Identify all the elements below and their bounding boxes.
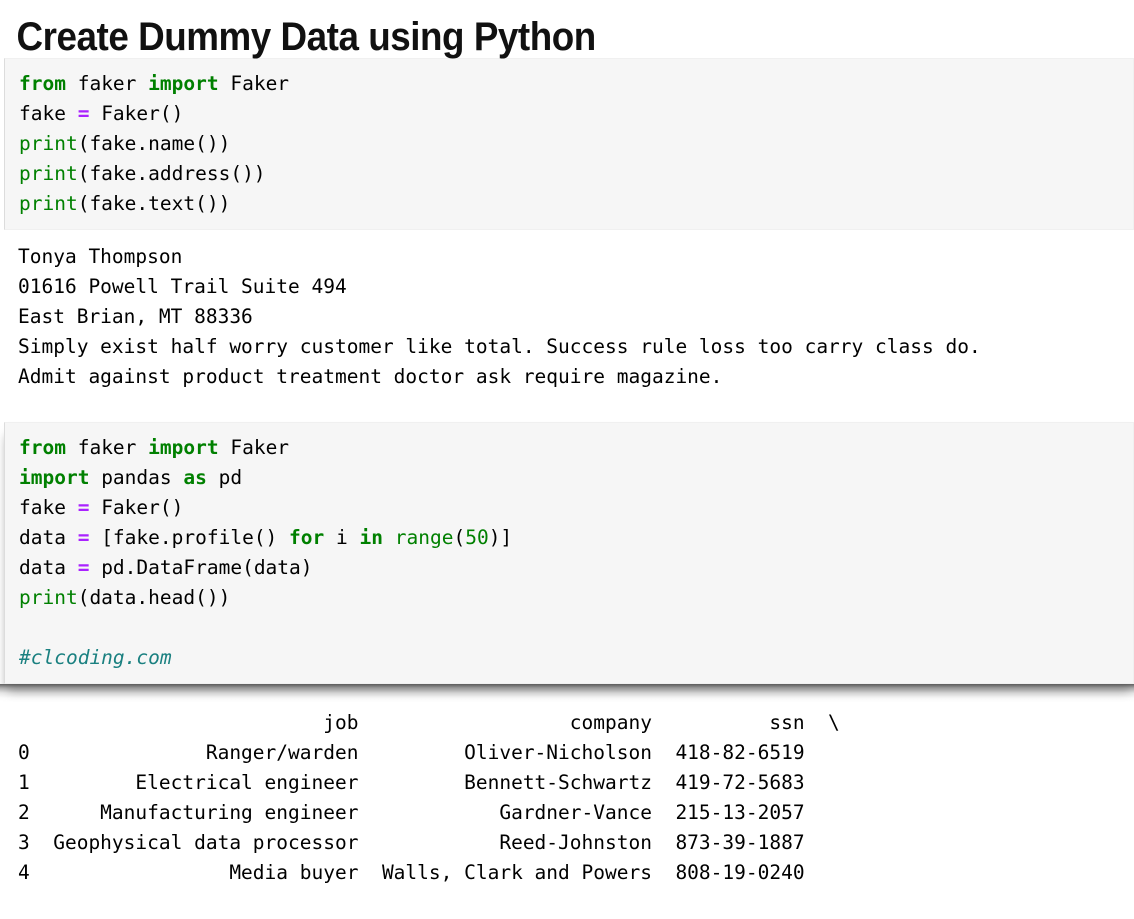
page-root: Create Dummy Data using Python from fake… bbox=[0, 0, 1134, 919]
code-token: [fake.profile() bbox=[89, 526, 290, 549]
code-token: (fake.address()) bbox=[77, 162, 266, 185]
code-token: import bbox=[148, 436, 219, 459]
code-token: data bbox=[19, 556, 78, 579]
code-token: data bbox=[19, 526, 78, 549]
code-token: fake bbox=[19, 496, 78, 519]
code-block-1-content: from faker import Faker fake = Faker() p… bbox=[19, 69, 1121, 219]
output-1-content: Tonya Thompson 01616 Powell Trail Suite … bbox=[18, 242, 1134, 392]
code-line: print(fake.address()) bbox=[19, 162, 266, 185]
code-token: import bbox=[148, 72, 219, 95]
code-line: fake = Faker() bbox=[19, 496, 183, 519]
code-token: from bbox=[19, 72, 66, 95]
code-token: (data.head()) bbox=[77, 586, 231, 609]
code-token: = bbox=[77, 102, 90, 125]
section-shadow-divider bbox=[0, 684, 1134, 702]
code-token: faker bbox=[65, 72, 149, 95]
code-line: data = pd.DataFrame(data) bbox=[19, 556, 313, 579]
code-token: (fake.text()) bbox=[77, 192, 231, 215]
code-token: ( bbox=[453, 526, 466, 549]
code-token: 50 bbox=[465, 526, 489, 549]
code-token: print bbox=[19, 586, 78, 609]
code-token: #clcoding.com bbox=[19, 646, 172, 669]
code-token: = bbox=[77, 496, 90, 519]
code-block-2[interactable]: from faker import Faker import pandas as… bbox=[4, 422, 1134, 684]
code-line: data = [fake.profile() for i in range(50… bbox=[19, 526, 512, 549]
code-line: from faker import Faker bbox=[19, 436, 289, 459]
dataframe-output-content: job company ssn \ 0 Ranger/warden Oliver… bbox=[18, 711, 840, 884]
code-token: pd bbox=[206, 466, 243, 489]
code-token: (fake.name()) bbox=[77, 132, 231, 155]
code-token: faker bbox=[65, 436, 149, 459]
dataframe-output-area: job company ssn \ 0 Ranger/warden Oliver… bbox=[0, 702, 1134, 888]
code-token: import bbox=[19, 466, 90, 489]
page-title: Create Dummy Data using Python bbox=[16, 15, 597, 59]
code-token: for bbox=[289, 526, 325, 549]
code-token: Faker() bbox=[89, 496, 184, 519]
output-area-1: Tonya Thompson 01616 Powell Trail Suite … bbox=[0, 230, 1134, 402]
output-line: Tonya Thompson bbox=[18, 245, 183, 268]
code-line: from faker import Faker bbox=[19, 72, 289, 95]
output-line: East Brian, MT 88336 bbox=[18, 305, 253, 328]
output-line: Admit against product treatment doctor a… bbox=[18, 365, 723, 388]
code-token: print bbox=[19, 192, 78, 215]
code-token: print bbox=[19, 132, 78, 155]
output-line: 01616 Powell Trail Suite 494 bbox=[18, 275, 347, 298]
code-token: from bbox=[19, 436, 66, 459]
code-token: = bbox=[77, 556, 90, 579]
code-token: pd.DataFrame(data) bbox=[89, 556, 313, 579]
code-line: fake = Faker() bbox=[19, 102, 183, 125]
code-token: i bbox=[324, 526, 360, 549]
output-line: Simply exist half worry customer like to… bbox=[18, 335, 981, 358]
code-line: print(fake.text()) bbox=[19, 192, 230, 215]
code-token: = bbox=[77, 526, 90, 549]
code-token: pandas bbox=[89, 466, 184, 489]
code-block-2-content: from faker import Faker import pandas as… bbox=[19, 433, 1121, 673]
watermark-comment: #clcoding.com bbox=[19, 646, 172, 669]
code-line: import pandas as pd bbox=[19, 466, 242, 489]
code-token: fake bbox=[19, 102, 78, 125]
code-token: print bbox=[19, 162, 78, 185]
code-line: print(data.head()) bbox=[19, 586, 230, 609]
code-token: Faker() bbox=[89, 102, 184, 125]
code-token: Faker bbox=[218, 436, 290, 459]
code-token: as bbox=[183, 466, 207, 489]
code-token: Faker bbox=[218, 72, 290, 95]
code-line: print(fake.name()) bbox=[19, 132, 230, 155]
code-block-1[interactable]: from faker import Faker fake = Faker() p… bbox=[4, 58, 1134, 230]
code-token: )] bbox=[488, 526, 513, 549]
code-token: range bbox=[394, 526, 454, 549]
code-token: in bbox=[359, 526, 383, 549]
